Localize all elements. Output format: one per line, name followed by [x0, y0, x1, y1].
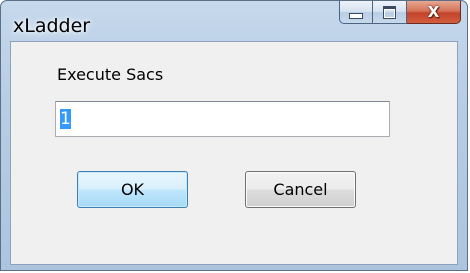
minimize-button[interactable]	[339, 1, 373, 24]
close-button[interactable]: X	[407, 1, 461, 24]
cancel-button[interactable]: Cancel	[245, 171, 356, 208]
close-icon: X	[427, 3, 440, 21]
prompt-label: Execute Sacs	[57, 65, 164, 84]
minimize-icon	[349, 13, 363, 19]
ok-button[interactable]: OK	[77, 171, 188, 208]
maximize-button[interactable]	[373, 1, 407, 24]
window-title: xLadder	[13, 15, 91, 37]
caption-buttons: X	[339, 1, 461, 25]
maximize-icon	[383, 5, 396, 19]
value-input[interactable]	[55, 101, 390, 137]
title-bar[interactable]: xLadder X	[1, 1, 467, 41]
dialog-window: xLadder X Execute Sacs OK Cancel	[0, 0, 468, 271]
